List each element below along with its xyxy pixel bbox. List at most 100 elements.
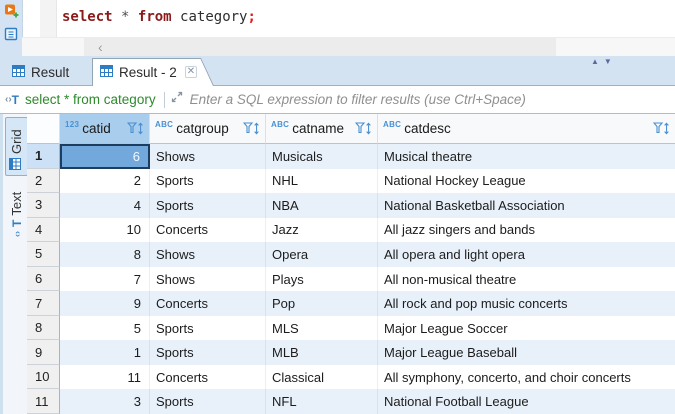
editor-toolbar-strip (0, 0, 23, 56)
column-name: catid (82, 121, 111, 136)
tab-scroll-arrows[interactable]: ▲▼ (591, 57, 617, 66)
cell-catgroup[interactable]: Sports (150, 168, 266, 194)
new-sql-editor-icon[interactable] (3, 3, 19, 19)
row-number-cell[interactable]: 4 (27, 217, 60, 243)
row-number-cell[interactable]: 2 (27, 168, 60, 194)
cell-catdesc[interactable]: National Football League (378, 389, 675, 414)
cell-catid[interactable]: 3 (60, 389, 150, 414)
cell-catdesc[interactable]: All rock and pop music concerts (378, 291, 675, 316)
scroll-down-icon[interactable]: ▼ (604, 57, 617, 66)
row-number-cell[interactable]: 6 (27, 266, 60, 292)
cell-catname[interactable]: Classical (266, 364, 378, 390)
row-number-cell[interactable]: 5 (27, 242, 60, 267)
filter-placeholder: Enter a SQL expression to filter results… (189, 92, 526, 107)
sql-keyword: from (137, 9, 172, 25)
close-icon[interactable]: ✕ (185, 66, 197, 78)
scrollbar-thumb[interactable] (84, 38, 556, 57)
table-row: 1 6 Shows Musicals Musical theatre (27, 144, 675, 169)
cell-catid[interactable]: 7 (60, 266, 150, 292)
cell-catdesc[interactable]: All opera and light opera (378, 242, 675, 267)
script-icon[interactable] (3, 26, 19, 42)
row-number-cell[interactable]: 7 (27, 291, 60, 316)
tab-label: Result (31, 64, 70, 80)
tab-text-view[interactable]: ‹› T Text (5, 182, 28, 242)
cell-catgroup[interactable]: Sports (150, 193, 266, 218)
filter-sort-icon[interactable] (127, 122, 146, 135)
cell-catid[interactable]: 5 (60, 315, 150, 341)
table-row: 6 7 Shows Plays All non-musical theatre (27, 266, 675, 292)
cell-catgroup[interactable]: Sports (150, 389, 266, 414)
cell-catdesc[interactable]: Musical theatre (378, 144, 675, 169)
cell-catid[interactable]: 4 (60, 193, 150, 218)
cell-catname[interactable]: MLS (266, 315, 378, 341)
cell-catid[interactable]: 6 (60, 144, 150, 169)
cell-catid[interactable]: 11 (60, 364, 150, 390)
cell-catid[interactable]: 2 (60, 168, 150, 194)
filter-sort-icon[interactable] (653, 122, 672, 135)
editor-horizontal-scrollbar[interactable]: ‹ (22, 37, 675, 57)
cell-catname[interactable]: NFL (266, 389, 378, 414)
cell-catname[interactable]: NHL (266, 168, 378, 194)
dbeaver-sql-results-window: select * from category; ‹ Result Result … (0, 0, 675, 414)
numeric-type-icon: 123 (65, 120, 80, 129)
cell-catgroup[interactable]: Shows (150, 242, 266, 267)
cell-catname[interactable]: Opera (266, 242, 378, 267)
column-name: catdesc (404, 121, 451, 136)
column-header-catdesc[interactable]: ABC catdesc (378, 114, 675, 144)
cell-catdesc[interactable]: Major League Soccer (378, 316, 675, 341)
sql-table-name: category (180, 9, 248, 25)
expand-filter-icon[interactable] (170, 90, 184, 109)
filter-sort-icon[interactable] (243, 122, 262, 135)
table-row: 9 1 Sports MLB Major League Baseball (27, 340, 675, 365)
cell-catid[interactable]: 1 (60, 340, 150, 365)
cell-catdesc[interactable]: All jazz singers and bands (378, 218, 675, 243)
cell-catdesc[interactable]: National Hockey League (378, 169, 675, 194)
cell-catgroup[interactable]: Concerts (150, 291, 266, 316)
corner-cell[interactable] (27, 114, 60, 144)
cell-catdesc[interactable]: National Basketball Association (378, 193, 675, 218)
cell-catgroup[interactable]: Concerts (150, 364, 266, 390)
table-row: 11 3 Sports NFL National Football League (27, 389, 675, 414)
cell-catgroup[interactable]: Concerts (150, 217, 266, 243)
column-header-catid[interactable]: 123 catid (60, 114, 150, 144)
filter-separator (163, 91, 165, 108)
cell-catdesc[interactable]: All non-musical theatre (378, 267, 675, 292)
row-number-cell[interactable]: 8 (27, 315, 60, 341)
tab-result-1[interactable]: Result (2, 59, 79, 85)
row-number-cell[interactable]: 10 (27, 364, 60, 390)
cell-catgroup[interactable]: Shows (150, 144, 266, 169)
cell-catid[interactable]: 10 (60, 217, 150, 243)
scroll-left-icon[interactable]: ‹ (98, 38, 103, 56)
cell-catname[interactable]: Jazz (266, 217, 378, 243)
side-tab-label: Grid (9, 129, 24, 154)
sql-editor[interactable]: select * from category; ‹ (0, 0, 675, 57)
cell-catdesc[interactable]: Major League Baseball (378, 340, 675, 365)
string-type-icon: ABC (383, 120, 402, 129)
cell-catdesc[interactable]: All symphony, concerto, and choir concer… (378, 365, 675, 390)
cell-catname[interactable]: NBA (266, 193, 378, 218)
cell-catgroup[interactable]: Sports (150, 315, 266, 341)
scroll-up-icon[interactable]: ▲ (591, 57, 604, 66)
cell-catid[interactable]: 9 (60, 291, 150, 316)
tab-grid-view[interactable]: Grid (5, 117, 28, 176)
row-number-cell[interactable]: 1 (27, 144, 60, 169)
column-header-catgroup[interactable]: ABC catgroup (150, 114, 266, 144)
row-number-cell[interactable]: 3 (27, 193, 60, 218)
row-number-cell[interactable]: 11 (27, 389, 60, 414)
cell-catname[interactable]: Plays (266, 266, 378, 292)
cell-catname[interactable]: Pop (266, 291, 378, 316)
cell-catgroup[interactable]: Shows (150, 266, 266, 292)
column-header-catname[interactable]: ABC catname (266, 114, 378, 144)
cell-catname[interactable]: Musicals (266, 144, 378, 169)
tab-result-2[interactable]: Result - 2 ✕ (92, 58, 214, 86)
text-view-icon: ‹› (11, 231, 22, 237)
cell-catgroup[interactable]: Sports (150, 340, 266, 365)
cell-catname[interactable]: MLB (266, 340, 378, 365)
row-number-cell[interactable]: 9 (27, 340, 60, 365)
filter-input[interactable]: ‹› T select * from category Enter a SQL … (0, 86, 675, 114)
sql-semicolon: ; (247, 9, 256, 25)
grid-header-row: 123 catid ABC catgroup ABC catname ABC c… (27, 114, 675, 144)
table-row: 3 4 Sports NBA National Basketball Associati… (27, 193, 675, 218)
filter-sort-icon[interactable] (355, 122, 374, 135)
cell-catid[interactable]: 8 (60, 242, 150, 267)
